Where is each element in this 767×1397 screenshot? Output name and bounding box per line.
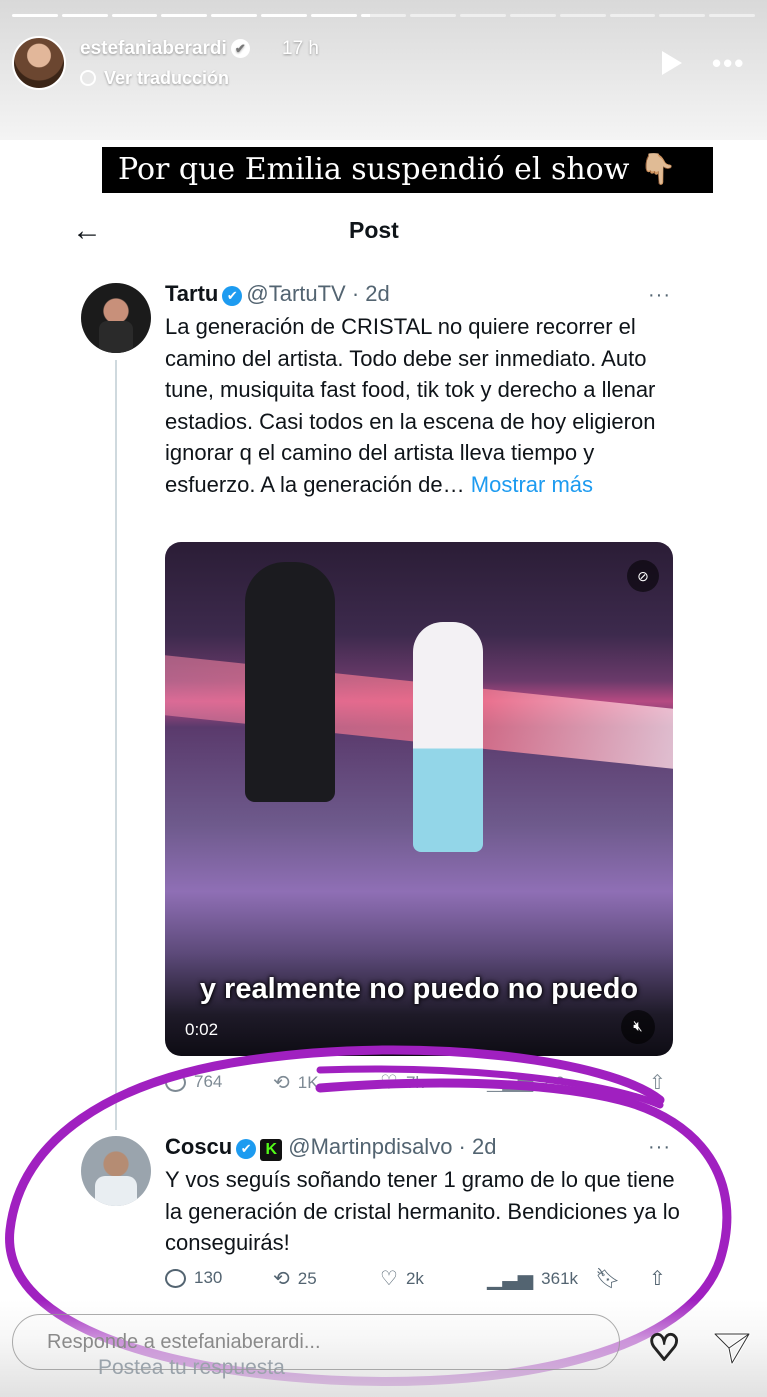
reply-button[interactable]: 130 [165,1268,222,1288]
reply-input[interactable]: Responde a estefaniaberardi... [12,1314,620,1370]
mute-icon[interactable]: 🔇︎ [621,1010,655,1044]
tweet2-header: Coscu ✔ K @Martinpdisalvo · 2d [165,1134,496,1161]
verified-icon: ✔ [230,39,250,58]
repost-icon: ⟲ [273,1072,290,1092]
tweet1-body: La generación de CRISTAL no quiere recor… [165,314,656,497]
share-icon: ⇧ [649,1072,666,1092]
verified-icon: ✔ [236,1139,257,1159]
tweet2-text: Y vos seguís soñando tener 1 gramo de lo… [165,1167,680,1255]
progress-segment [310,14,357,17]
reply-icon [165,1072,186,1092]
thread-line [115,360,117,1130]
reply-count: 130 [194,1268,223,1287]
progress-segment [12,14,58,17]
share-button[interactable]: ⇧ [649,1268,666,1290]
tweet2-handle[interactable]: @Martinpdisalvo · 2d [288,1134,496,1159]
reply-button[interactable]: 764 [165,1072,222,1092]
tartu-avatar[interactable] [81,283,151,353]
captions-off-icon[interactable]: ⊘ [627,560,659,592]
back-arrow-icon[interactable]: ← [72,214,102,248]
progress-segment [260,14,307,17]
story-time: 17 h [282,38,319,59]
reply-icon [165,1268,186,1288]
repost-icon: ⟲ [273,1268,290,1290]
views-count: 361k [541,1269,579,1288]
video-duration: 0:02 [185,1020,219,1039]
repost-button[interactable]: ⟲ 25 [273,1268,317,1290]
reply-count: 764 [194,1072,223,1091]
progress-segment [410,14,457,17]
like-button[interactable]: ♡ 7k [380,1072,424,1092]
tweet2-actions: 130 ⟲ 25 ♡ 2k ▁▃▅ 361k 🔖︎ ⇧ [165,1268,675,1298]
views-button[interactable]: ▁▃▅ 2,9 [487,1072,565,1092]
globe-icon [80,70,96,86]
views-count: 2,9 [541,1073,565,1092]
progress-segment [161,14,208,17]
like-count: 2k [405,1269,424,1288]
verified-icon: ✔ [222,286,243,306]
show-more-link[interactable]: Mostrar más [471,472,593,497]
bookmark-button[interactable]: 🔖︎ [595,1268,620,1290]
share-icon: ⇧ [649,1268,666,1290]
repost-button[interactable]: ⟲ 1K [273,1072,319,1092]
views-icon: ▁▃▅ [487,1072,534,1092]
tweet1-handle[interactable]: @TartuTV · 2d [246,281,389,306]
translate-label: Ver traducción [104,68,230,88]
progress-segment [509,14,556,17]
progress-segment [111,14,158,17]
post-title: Post [349,217,399,243]
like-count: 7k [405,1073,424,1092]
progress-segment [709,14,755,17]
heart-icon[interactable]: ♡ [647,1329,681,1367]
progress-segment [659,14,706,17]
repost-count: 1K [297,1073,319,1092]
like-icon: ♡ [380,1268,398,1290]
views-icon: ▁▃▅ [487,1268,534,1290]
story-caption: Por que Emilia suspendió el show 👇🏼 [102,147,713,193]
video-person-singer [413,622,483,852]
story-username[interactable]: estefaniaberardi ✔ [80,38,250,60]
tweet1-header: Tartu ✔ @TartuTV · 2d [165,281,390,307]
progress-segment [609,14,656,17]
share-button[interactable]: ⇧ [649,1072,666,1092]
repost-count: 25 [297,1269,317,1288]
tweet1-more-icon[interactable]: ··· [648,284,671,307]
story-username-text[interactable]: estefaniaberardi [80,38,227,59]
views-button[interactable]: ▁▃▅ 361k [487,1268,578,1290]
video-person-dark [245,562,335,802]
progress-segment [460,14,506,17]
progress-segment [211,14,257,17]
like-icon: ♡ [380,1072,398,1092]
like-button[interactable]: ♡ 2k [380,1268,424,1290]
story-header: estefaniaberardi ✔ 17 h Ver traducción ••… [0,0,767,140]
video-subtitle: y realmente no puedo no puedo [199,973,639,1005]
send-icon[interactable] [712,1330,752,1366]
coscu-avatar[interactable] [81,1136,151,1206]
story-avatar[interactable] [12,36,66,90]
tweet2-name[interactable]: Coscu [165,1134,232,1159]
play-icon[interactable] [662,51,682,75]
tweet1-actions: 764 ⟲ 1K ♡ 7k ▁▃▅ 2,9 ⇧ [165,1072,675,1092]
tweet1-text: La generación de CRISTAL no quiere recor… [165,311,685,500]
kick-badge-icon: K [260,1139,283,1161]
tweet1-name[interactable]: Tartu [165,281,218,306]
tweet1-video[interactable]: ⊘ y realmente no puedo no puedo 0:02 🔇︎ [165,542,673,1056]
tweet2-more-icon[interactable]: ··· [648,1136,671,1159]
progress-segment [559,14,606,17]
more-icon[interactable]: ••• [712,48,745,79]
story-progress-bar [12,14,755,17]
translate-link[interactable]: Ver traducción [80,68,229,89]
progress-segment [61,14,108,17]
progress-segment [360,14,407,17]
bookmark-icon: 🔖︎ [595,1268,621,1290]
